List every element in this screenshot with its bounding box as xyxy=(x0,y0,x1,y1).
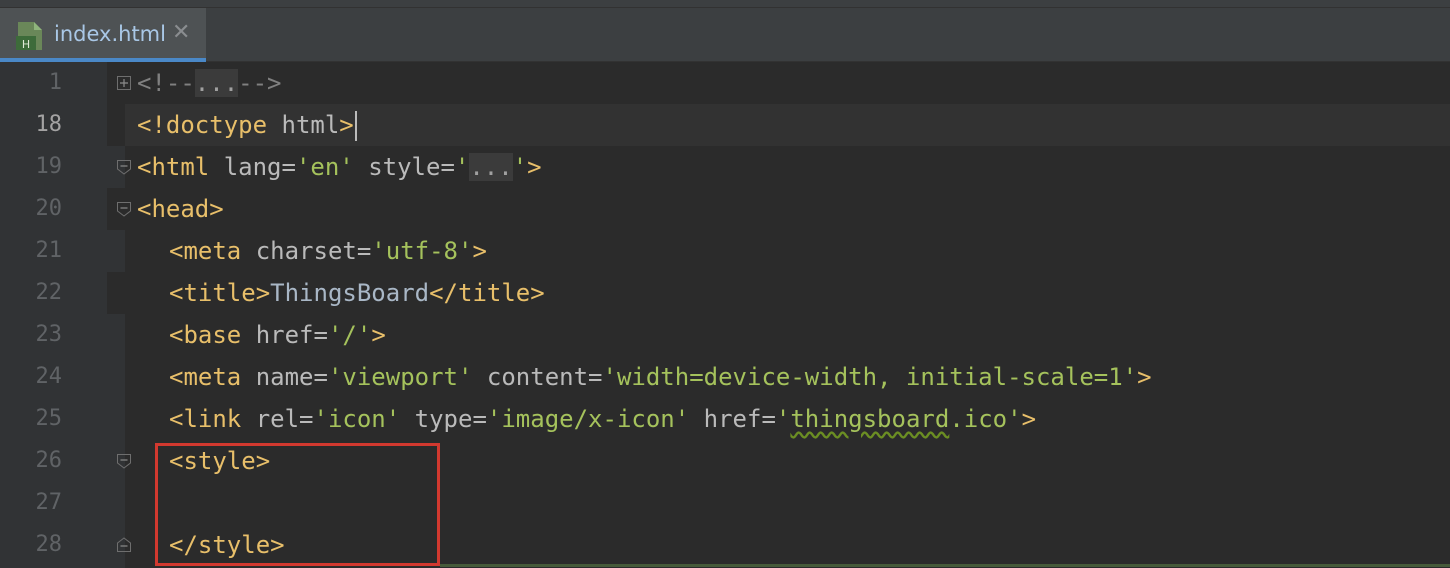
code-text: <!doctype html> xyxy=(137,104,357,146)
line-number: 24 xyxy=(35,364,63,389)
line-number: 1 xyxy=(48,70,62,95)
code-line: 23 <base href='/'> xyxy=(0,314,1450,356)
code-text: <meta charset='utf-8'> xyxy=(169,237,487,265)
bottom-accent-line xyxy=(440,564,1450,567)
text-cursor xyxy=(354,111,357,141)
line-number: 27 xyxy=(35,490,63,515)
code-text: <html lang='en' style='...'> xyxy=(137,153,542,181)
code-line: 19 <html lang='en' style='...'> xyxy=(0,146,1450,188)
code-line: 1 <!--...--> xyxy=(0,62,1450,104)
fold-end-icon[interactable] xyxy=(116,537,132,553)
code-text: <base href='/'> xyxy=(169,321,386,349)
line-number: 23 xyxy=(35,322,63,347)
line-number: 18 xyxy=(35,112,63,137)
tab-filename: index.html xyxy=(54,22,166,46)
code-text: <head> xyxy=(137,195,224,223)
code-line: 18 <!doctype html> xyxy=(0,104,1450,146)
code-text: <title>ThingsBoard</title> xyxy=(169,279,545,307)
line-number: 19 xyxy=(35,154,63,179)
line-number: 21 xyxy=(35,238,63,263)
line-number: 28 xyxy=(35,532,63,557)
fold-expand-icon[interactable] xyxy=(116,75,132,91)
code-line: 25 <link rel='icon' type='image/x-icon' … xyxy=(0,398,1450,440)
fold-collapse-icon[interactable] xyxy=(116,201,132,217)
code-line: 21 <meta charset='utf-8'> xyxy=(0,230,1450,272)
code-line: 24 <meta name='viewport' content='width=… xyxy=(0,356,1450,398)
fold-collapse-icon[interactable] xyxy=(116,159,132,175)
close-icon[interactable]: ✕ xyxy=(172,20,190,45)
code-line: 20 <head> xyxy=(0,188,1450,230)
line-number: 22 xyxy=(35,280,63,305)
line-number: 20 xyxy=(35,196,63,221)
html-file-icon-letter: H xyxy=(22,38,30,51)
code-text: <meta name='viewport' content='width=dev… xyxy=(169,363,1152,391)
fold-collapse-icon[interactable] xyxy=(116,453,132,469)
code-line: 22 <title>ThingsBoard</title> xyxy=(0,272,1450,314)
folded-region[interactable]: ... xyxy=(194,69,239,97)
window-top-strip xyxy=(0,0,1450,8)
spellcheck-warning[interactable]: thingsboard xyxy=(790,405,949,433)
code-text: <link rel='icon' type='image/x-icon' hre… xyxy=(169,405,1037,433)
line-number: 26 xyxy=(35,448,63,473)
folded-region[interactable]: ... xyxy=(469,153,513,181)
line-number: 25 xyxy=(35,406,63,431)
annotation-highlight-box xyxy=(155,443,440,566)
code-text: <!--...--> xyxy=(137,69,282,97)
editor-tab-bar: H index.html ✕ xyxy=(0,8,1450,62)
html-file-icon: H xyxy=(16,22,42,51)
tab-index-html[interactable]: H index.html ✕ xyxy=(0,8,206,62)
